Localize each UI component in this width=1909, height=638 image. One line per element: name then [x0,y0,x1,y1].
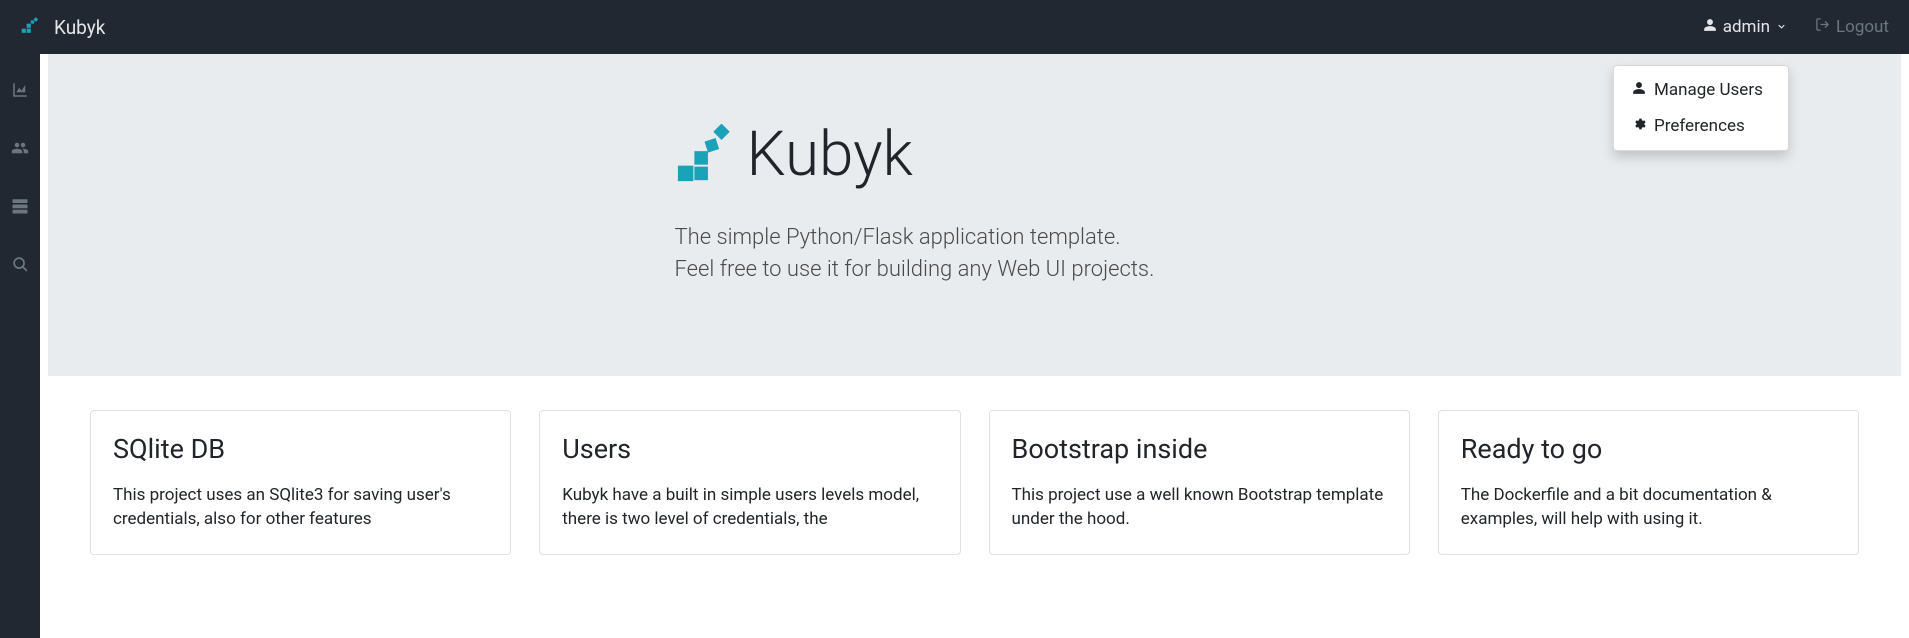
chevron-down-icon [1776,17,1787,37]
subtitle-line-1: The simple Python/Flask application temp… [675,222,1575,254]
card-ready: Ready to go The Dockerfile and a bit doc… [1438,410,1859,555]
user-menu-toggle[interactable]: admin [1703,17,1787,37]
brand-logo-icon [20,17,40,37]
card-text: The Dockerfile and a bit documentation &… [1461,483,1836,532]
server-icon [11,197,29,219]
page-title: Kubyk [747,124,913,186]
logout-link[interactable]: Logout [1815,17,1889,37]
card-title: Users [562,433,937,465]
brand-text[interactable]: Kubyk [54,16,105,39]
jumbotron-subtitle: The simple Python/Flask application temp… [675,222,1575,286]
logout-label: Logout [1836,17,1889,37]
navbar: Kubyk admin Logout Manage Users [0,0,1909,54]
card-bootstrap: Bootstrap inside This project use a well… [989,410,1410,555]
card-sqlite: SQlite DB This project uses an SQlite3 f… [90,410,511,555]
dropdown-item-manage-users[interactable]: Manage Users [1614,72,1788,108]
sidebar-item-users[interactable] [10,140,30,160]
sidebar-item-server[interactable] [10,198,30,218]
search-icon [12,256,29,277]
card-users: Users Kubyk have a built in simple users… [539,410,960,555]
users-icon [11,139,29,161]
navbar-brand-area[interactable]: Kubyk [20,16,105,39]
sidebar [0,54,40,638]
card-title: SQlite DB [113,433,488,465]
dropdown-item-preferences[interactable]: Preferences [1614,108,1788,144]
dropdown-item-label: Preferences [1654,116,1745,136]
jumbotron-header: Kubyk [675,124,1575,186]
user-dropdown: Manage Users Preferences [1613,65,1789,151]
chart-area-icon [11,81,29,103]
user-name: admin [1723,17,1770,37]
user-icon [1632,80,1646,100]
subtitle-line-2: Feel free to use it for building any Web… [675,254,1575,286]
card-title: Bootstrap inside [1012,433,1387,465]
gear-icon [1632,116,1646,136]
dropdown-item-label: Manage Users [1654,80,1763,100]
card-text: Kubyk have a built in simple users level… [562,483,937,532]
card-text: This project uses an SQlite3 for saving … [113,483,488,532]
logout-icon [1815,17,1830,37]
user-icon [1703,17,1717,37]
navbar-right: admin Logout Manage Users Prefer [1703,17,1889,37]
sidebar-item-search[interactable] [10,256,30,276]
cards-row: SQlite DB This project uses an SQlite3 f… [40,376,1909,555]
card-title: Ready to go [1461,433,1836,465]
kubyk-logo-icon [675,124,737,186]
card-text: This project use a well known Bootstrap … [1012,483,1387,532]
sidebar-item-dashboard[interactable] [10,82,30,102]
